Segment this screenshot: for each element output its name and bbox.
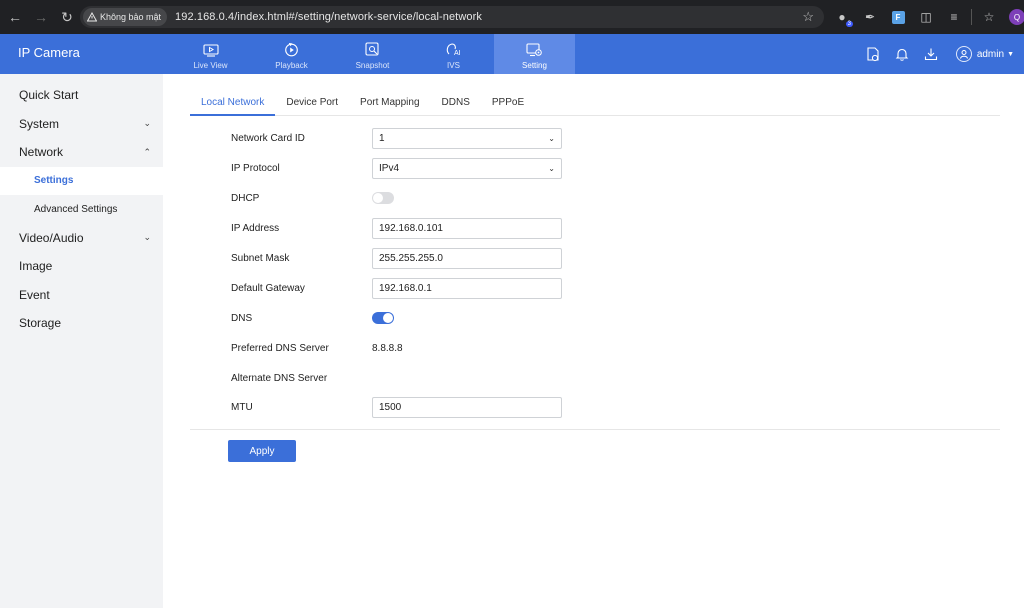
reload-icon[interactable]: ↻ [56, 6, 78, 28]
network-card-select[interactable]: 1 ⌄ [372, 127, 562, 149]
help-doc-icon[interactable] [860, 41, 886, 67]
sidebar-item-video-audio[interactable]: Video/Audio ⌄ [0, 224, 163, 253]
sidebar-item-advanced-settings[interactable]: Advanced Settings [0, 195, 163, 224]
preferred-dns-value: 8.8.8.8 [372, 342, 403, 354]
warning-icon [87, 12, 97, 22]
default-gateway-label: Default Gateway [231, 282, 305, 294]
sidebar-item-settings[interactable]: Settings [0, 166, 163, 195]
username: admin [976, 48, 1005, 60]
app-title: IP Camera [18, 45, 80, 60]
setting-icon [526, 43, 542, 57]
sidebar-item-quick-start[interactable]: Quick Start [0, 81, 163, 110]
security-label: Không bảo mật [100, 12, 162, 22]
user-menu[interactable]: admin ▼ [955, 46, 1014, 62]
profile-avatar: Q [1009, 9, 1024, 25]
mtu-label: MTU [231, 401, 253, 413]
mtu-input[interactable]: 1500 [372, 396, 562, 418]
nav-setting[interactable]: Setting [494, 34, 575, 74]
form-divider [190, 429, 1000, 430]
dhcp-label: DHCP [231, 192, 260, 204]
svg-text:AI: AI [454, 50, 461, 57]
f-extension-icon[interactable]: F [886, 5, 910, 29]
nav-live-view[interactable]: Live View [170, 34, 251, 74]
default-gateway-row: Default Gateway 192.168.0.1 [231, 277, 562, 299]
ip-address-row: IP Address 192.168.0.101 [231, 217, 562, 239]
nav-ivs[interactable]: AI IVS [413, 34, 494, 74]
ip-address-input[interactable]: 192.168.0.101 [372, 217, 562, 239]
sidebar-item-event[interactable]: Event [0, 281, 163, 310]
eyedropper-icon[interactable]: ✒ [858, 5, 882, 29]
back-icon[interactable]: ← [4, 6, 26, 28]
bookmarks-icon[interactable]: ☆ [977, 5, 1001, 29]
subnet-mask-row: Subnet Mask 255.255.255.0 [231, 247, 562, 269]
alternate-dns-label: Alternate DNS Server [231, 372, 328, 384]
dhcp-toggle[interactable] [372, 192, 394, 204]
tab-ddns[interactable]: DDNS [431, 92, 481, 116]
media-icon[interactable]: ≡ [942, 5, 966, 29]
nav-playback[interactable]: Playback [251, 34, 332, 74]
divider [971, 9, 972, 25]
subnet-mask-label: Subnet Mask [231, 252, 290, 264]
sidebar-item-storage[interactable]: Storage [0, 309, 163, 338]
sidebar: Quick Start System ⌄ Network ⌃ Settings Ad… [0, 74, 163, 608]
tab-bar: Local Network Device Port Port Mapping D… [190, 92, 1000, 116]
preferred-dns-label: Preferred DNS Server [231, 342, 329, 354]
default-gateway-input[interactable]: 192.168.0.1 [372, 277, 562, 299]
address-bar[interactable]: Không bảo mật 192.168.0.4/index.html#/se… [80, 6, 824, 28]
network-card-row: Network Card ID 1 ⌄ [231, 127, 562, 149]
bookmark-star-icon[interactable]: ☆ [802, 9, 814, 25]
sidebar-item-system[interactable]: System ⌄ [0, 110, 163, 139]
main-content: Local Network Device Port Port Mapping D… [163, 74, 1024, 608]
chevron-down-icon: ⌄ [548, 163, 555, 173]
puzzle-icon[interactable]: ◫ [914, 5, 938, 29]
subnet-mask-input[interactable]: 255.255.255.0 [372, 247, 562, 269]
mtu-row: MTU 1500 [231, 396, 562, 418]
url-text[interactable]: 192.168.0.4/index.html#/setting/network-… [175, 11, 482, 23]
dns-label: DNS [231, 312, 253, 324]
tab-pppoe[interactable]: PPPoE [481, 92, 535, 116]
user-icon [955, 46, 972, 62]
profile-button[interactable]: Q [1005, 5, 1024, 29]
ip-protocol-label: IP Protocol [231, 162, 280, 174]
dhcp-row: DHCP [231, 187, 394, 209]
forward-icon[interactable]: → [30, 6, 52, 28]
browser-toolbar: ← → ↻ Không bảo mật 192.168.0.4/index.ht… [0, 0, 1024, 34]
security-chip[interactable]: Không bảo mật [83, 8, 168, 26]
tab-port-mapping[interactable]: Port Mapping [349, 92, 430, 116]
extension-icon[interactable]: ● 3 [830, 5, 854, 29]
nav-snapshot[interactable]: Snapshot [332, 34, 413, 74]
tab-local-network[interactable]: Local Network [190, 92, 276, 116]
chevron-up-icon: ⌃ [143, 146, 151, 157]
extension-badge: 3 [845, 21, 853, 27]
dns-toggle[interactable] [372, 312, 394, 324]
dns-row: DNS [231, 307, 394, 329]
preferred-dns-row: Preferred DNS Server 8.8.8.8 [231, 337, 403, 359]
chevron-down-icon: ⌄ [143, 232, 151, 243]
top-nav: Live View Playback Snapshot AI IVS Setti… [170, 34, 575, 74]
live-view-icon [202, 44, 219, 57]
chevron-down-icon: ⌄ [548, 133, 555, 143]
snapshot-icon [365, 42, 379, 56]
caret-down-icon: ▼ [1007, 50, 1014, 58]
sidebar-item-image[interactable]: Image [0, 252, 163, 281]
app-header: IP Camera Live View Playback Snapshot AI… [0, 34, 1024, 74]
ip-protocol-row: IP Protocol IPv4 ⌄ [231, 157, 562, 179]
ip-address-label: IP Address [231, 222, 280, 234]
apply-button[interactable]: Apply [228, 440, 296, 462]
sidebar-item-network[interactable]: Network ⌃ [0, 138, 163, 167]
playback-icon [285, 43, 298, 57]
ivs-icon: AI [446, 43, 461, 57]
chevron-down-icon: ⌄ [143, 118, 151, 129]
tab-device-port[interactable]: Device Port [275, 92, 349, 116]
bell-icon[interactable] [889, 41, 915, 67]
ip-protocol-select[interactable]: IPv4 ⌄ [372, 157, 562, 179]
alternate-dns-row: Alternate DNS Server [231, 367, 372, 389]
download-icon[interactable] [918, 41, 944, 67]
network-card-label: Network Card ID [231, 132, 305, 144]
